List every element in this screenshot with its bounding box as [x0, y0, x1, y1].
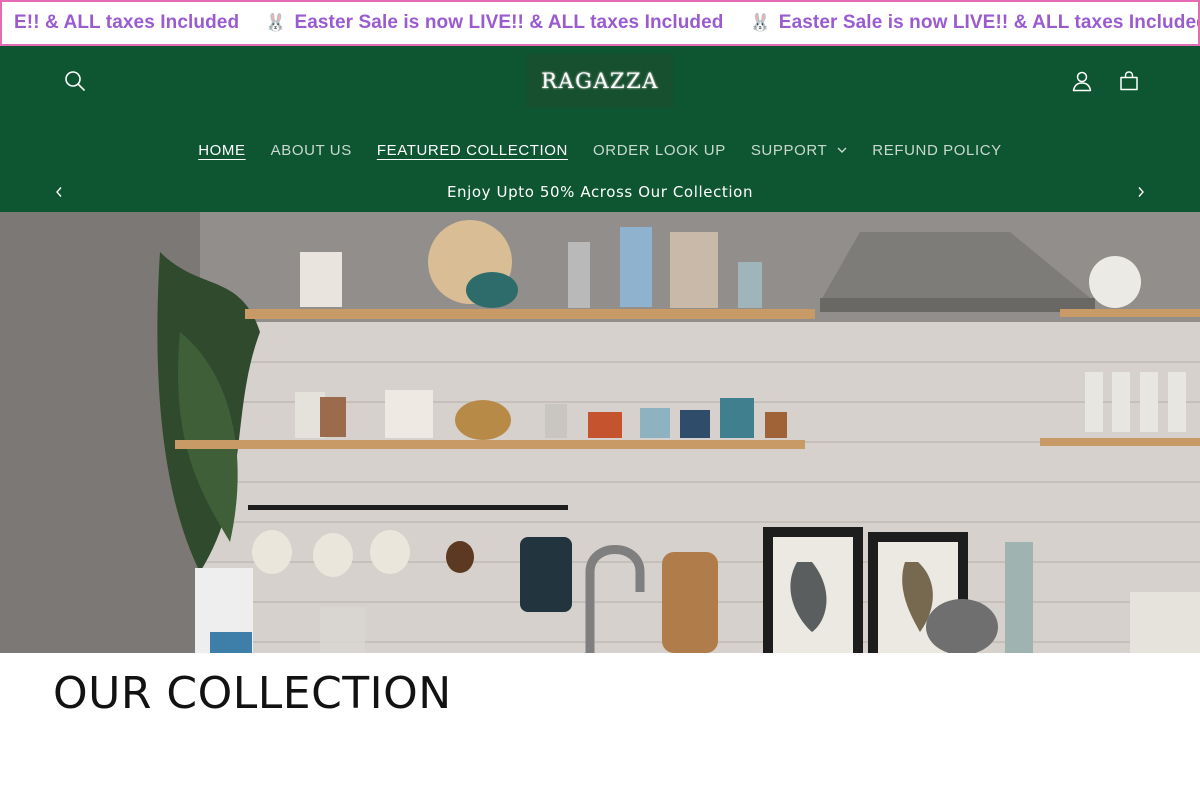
- nav-item-order-look-up[interactable]: ORDER LOOK UP: [581, 142, 739, 159]
- marquee-item: 🐰 Easter Sale is now LIVE!! & ALL taxes I…: [749, 12, 1200, 34]
- account-button[interactable]: [1060, 59, 1104, 103]
- marquee-item: E!! & ALL taxes Included: [14, 12, 239, 34]
- marquee-item-text: E!! & ALL taxes Included: [14, 12, 240, 33]
- site-header: RAGAZZA HOME ABOUT US FEATURED COLLECTIO…: [0, 46, 1200, 212]
- announcement-prev-button[interactable]: [43, 176, 75, 208]
- account-icon: [1072, 71, 1092, 92]
- marquee-item-text: Easter Sale is now LIVE!! & ALL taxes In…: [778, 12, 1200, 33]
- nav-item-about-us[interactable]: ABOUT US: [258, 142, 364, 159]
- nav-item-refund-policy[interactable]: REFUND POLICY: [860, 142, 1015, 159]
- cart-button[interactable]: [1107, 59, 1151, 103]
- main-navigation: HOME ABOUT US FEATURED COLLECTION ORDER …: [0, 138, 1200, 162]
- bunny-icon: 🐰: [749, 13, 771, 32]
- announcement-bar: Enjoy Upto 50% Across Our Collection: [0, 176, 1200, 208]
- hero-banner: [0, 212, 1200, 653]
- nav-item-home[interactable]: HOME: [186, 142, 258, 159]
- nav-item-support-label: SUPPORT: [750, 141, 828, 159]
- marquee-track: E!! & ALL taxes Included 🐰 Easter Sale is…: [14, 2, 1200, 44]
- chevron-right-icon: [1138, 187, 1144, 197]
- cart-icon: [1120, 71, 1138, 91]
- announcement-next-button[interactable]: [1125, 176, 1157, 208]
- marquee-item-text: Easter Sale is now LIVE!! & ALL taxes In…: [294, 12, 724, 33]
- chevron-down-icon: [837, 147, 847, 153]
- logo-text: RAGAZZA: [541, 69, 659, 93]
- search-icon: [65, 71, 85, 91]
- site-logo[interactable]: RAGAZZA: [526, 54, 674, 108]
- search-button[interactable]: [53, 59, 97, 103]
- chevron-left-icon: [56, 187, 62, 197]
- nav-item-featured-collection[interactable]: FEATURED COLLECTION: [364, 142, 580, 159]
- announcement-marquee: E!! & ALL taxes Included 🐰 Easter Sale is…: [0, 0, 1200, 46]
- nav-item-support[interactable]: SUPPORT: [738, 142, 859, 159]
- marquee-item: 🐰 Easter Sale is now LIVE!! & ALL taxes I…: [265, 12, 723, 34]
- hero-kitchen-image: [0, 212, 1200, 653]
- bunny-icon: 🐰: [265, 13, 287, 32]
- section-title: OUR COLLECTION: [53, 668, 452, 719]
- announcement-text: Enjoy Upto 50% Across Our Collection: [446, 183, 754, 201]
